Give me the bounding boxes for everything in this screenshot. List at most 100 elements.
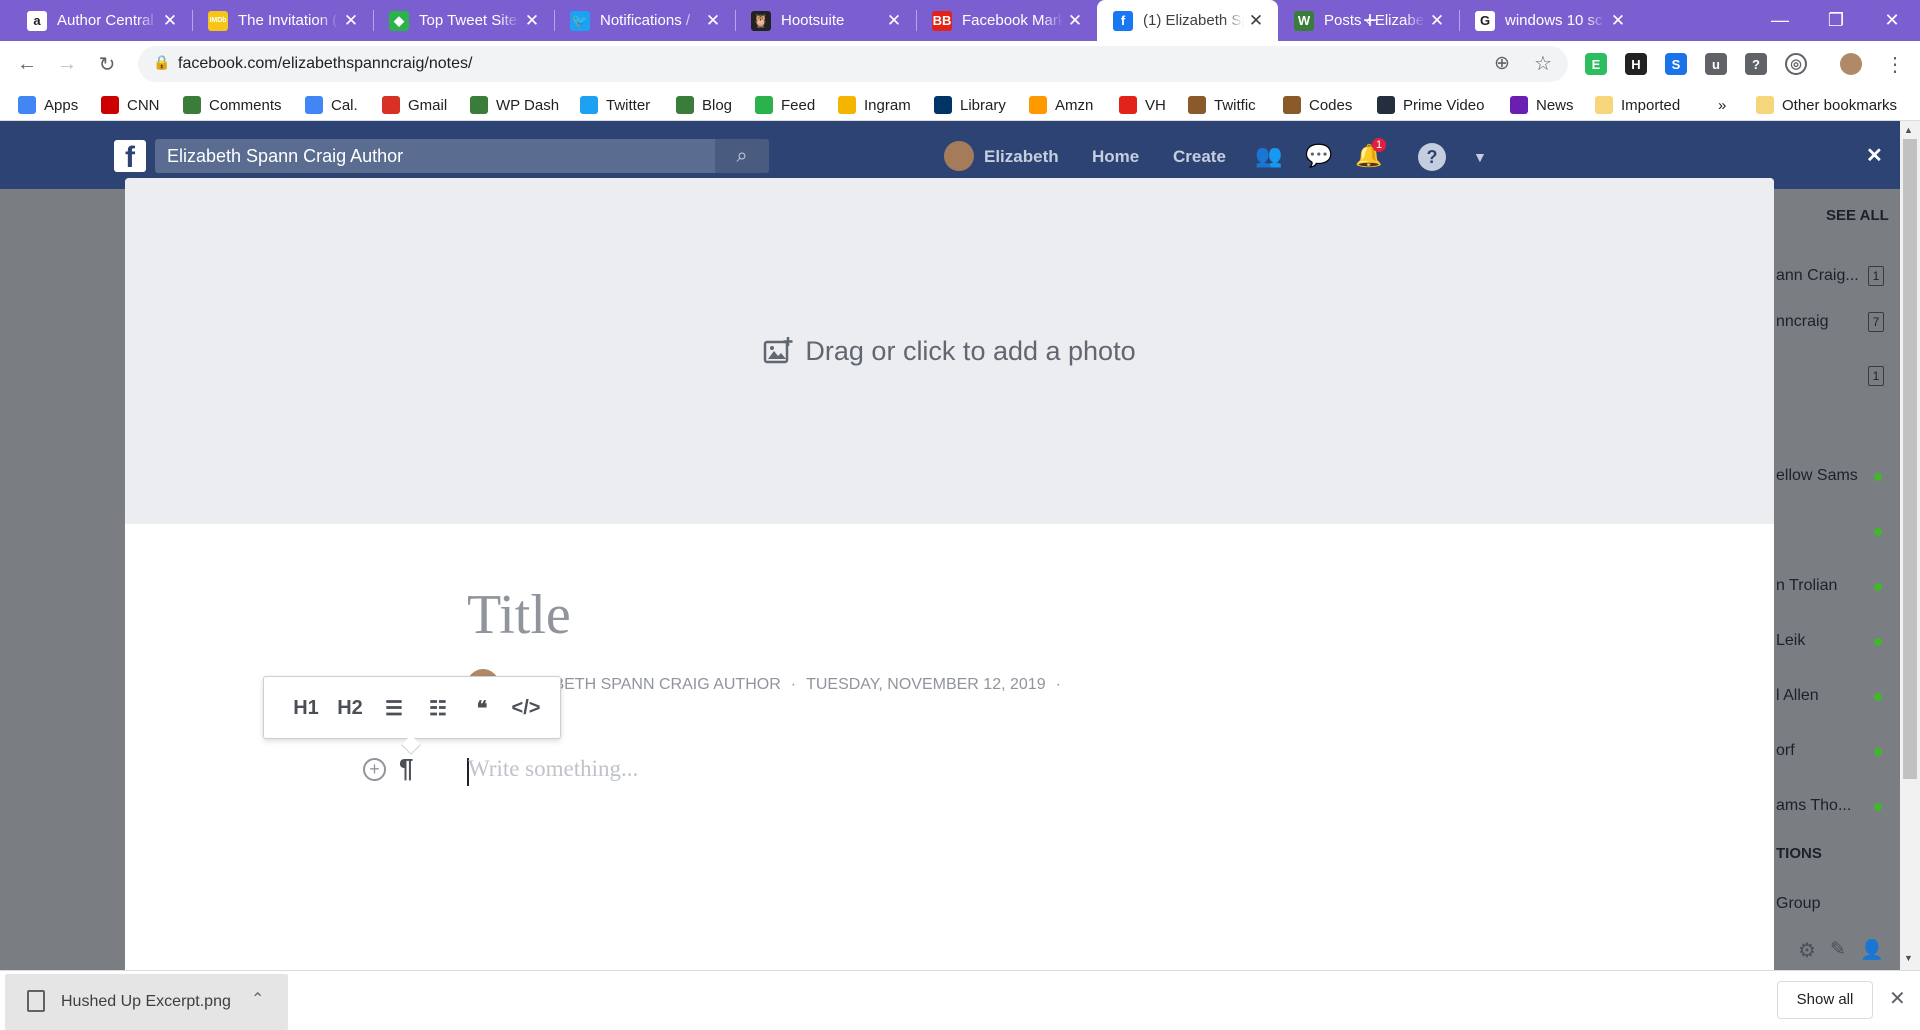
- bookmark-cnn[interactable]: CNN: [101, 94, 160, 116]
- tab-4[interactable]: 🐦 Notifications / ✕: [554, 0, 735, 41]
- minimize-button[interactable]: —: [1752, 0, 1808, 41]
- new-tab-button[interactable]: +: [1350, 4, 1390, 38]
- tab-6[interactable]: BB Facebook Mark ✕: [916, 0, 1097, 41]
- see-all-link[interactable]: SEE ALL: [1826, 207, 1889, 224]
- note-title-input[interactable]: Title: [467, 583, 571, 647]
- user-avatar[interactable]: [944, 141, 974, 171]
- compose-icon[interactable]: ✎: [1830, 938, 1846, 961]
- tab-close-icon[interactable]: ✕: [882, 11, 906, 31]
- forward-button[interactable]: →: [52, 49, 82, 79]
- bookmark-cal-[interactable]: Cal.: [305, 94, 358, 116]
- paragraph-style-icon[interactable]: ¶: [399, 753, 413, 784]
- bookmark-library[interactable]: Library: [934, 94, 1006, 116]
- numbered-list-button[interactable]: ☷: [418, 693, 458, 723]
- circle-extension-icon[interactable]: ◎: [1785, 53, 1807, 75]
- tab-close-icon[interactable]: ✕: [339, 11, 363, 31]
- contact-name[interactable]: n Trolian: [1776, 577, 1837, 595]
- contact-name[interactable]: ellow Sams: [1776, 467, 1858, 485]
- add-photo-dropzone[interactable]: Drag or click to add a photo: [125, 178, 1774, 524]
- bookmark-blog[interactable]: Blog: [676, 94, 732, 116]
- bookmark-feed[interactable]: Feed: [755, 94, 815, 116]
- help-extension-icon[interactable]: ?: [1745, 53, 1767, 75]
- bookmark-apps[interactable]: Apps: [18, 94, 78, 116]
- facebook-search-input[interactable]: Elizabeth Spann Craig Author ⌕: [155, 139, 769, 173]
- download-item[interactable]: Hushed Up Excerpt.png ⌃: [5, 974, 288, 1030]
- ublock-icon[interactable]: u: [1705, 53, 1727, 75]
- bookmark-star-icon[interactable]: ☆: [1534, 51, 1552, 76]
- tab-close-icon[interactable]: ✕: [520, 11, 544, 31]
- bookmark-twitter[interactable]: Twitter: [580, 94, 650, 116]
- add-contact-icon[interactable]: 👤: [1860, 938, 1884, 962]
- bookmark-codes[interactable]: Codes: [1283, 94, 1352, 116]
- facebook-logo-icon[interactable]: f: [114, 140, 146, 174]
- home-link[interactable]: Home: [1092, 147, 1139, 167]
- bookmark-ingram[interactable]: Ingram: [838, 94, 911, 116]
- scroll-down-arrow-icon[interactable]: ▼: [1904, 953, 1913, 963]
- bookmark-news[interactable]: News: [1510, 94, 1574, 116]
- bulleted-list-button[interactable]: ☰: [374, 693, 414, 723]
- tab-close-icon[interactable]: ✕: [701, 11, 725, 31]
- create-link[interactable]: Create: [1173, 147, 1226, 167]
- scroll-up-arrow-icon[interactable]: ▲: [1904, 125, 1913, 135]
- address-bar[interactable]: 🔒 facebook.com/elizabethspanncraig/notes…: [138, 46, 1568, 82]
- bookmarks-overflow-button[interactable]: »: [1718, 94, 1726, 116]
- maximize-button[interactable]: ❐: [1808, 0, 1864, 41]
- reload-button[interactable]: ↻: [92, 49, 122, 79]
- bookmark-wp-dash[interactable]: WP Dash: [470, 94, 559, 116]
- contact-name[interactable]: l Allen: [1776, 687, 1819, 705]
- search-icon[interactable]: ⌕: [715, 139, 769, 173]
- bookmark-comments[interactable]: Comments: [183, 94, 282, 116]
- tab-2[interactable]: IMDb The Invitation (✕: [192, 0, 373, 41]
- profile-avatar[interactable]: [1840, 53, 1862, 75]
- bookmark-prime-video[interactable]: Prime Video: [1377, 94, 1484, 116]
- tab-9[interactable]: Gwindows 10 sc ✕: [1459, 0, 1640, 41]
- s-extension-icon[interactable]: S: [1665, 53, 1687, 75]
- back-button[interactable]: ←: [12, 49, 42, 79]
- messenger-icon[interactable]: 💬: [1305, 143, 1332, 169]
- evernote-icon[interactable]: E: [1585, 53, 1607, 75]
- bookmark-amzn[interactable]: Amzn: [1029, 94, 1093, 116]
- bookmark-imported[interactable]: Imported: [1595, 94, 1680, 116]
- tab-close-icon[interactable]: ✕: [1606, 11, 1630, 31]
- chrome-menu-icon[interactable]: ⋮: [1880, 49, 1910, 79]
- contact-name[interactable]: ams Tho...: [1776, 797, 1851, 815]
- zoom-icon[interactable]: ⊕: [1494, 52, 1510, 75]
- chevron-up-icon[interactable]: ⌃: [251, 989, 264, 1009]
- settings-gear-icon[interactable]: ⚙: [1798, 938, 1816, 963]
- hootsuite-extension-icon[interactable]: H: [1625, 53, 1647, 75]
- tab-3[interactable]: ◆ Top Tweet Sites ✕: [373, 0, 554, 41]
- bookmark-gmail[interactable]: Gmail: [382, 94, 447, 116]
- blockquote-button[interactable]: ❝: [462, 693, 502, 723]
- note-body-input[interactable]: Write something...: [468, 756, 638, 782]
- heading2-button[interactable]: H2: [330, 693, 370, 723]
- heading1-button[interactable]: H1: [286, 693, 326, 723]
- account-dropdown-icon[interactable]: ▼: [1473, 149, 1487, 165]
- friend-requests-icon[interactable]: 👥: [1255, 143, 1282, 169]
- page-scrollbar[interactable]: ▲ ▼: [1900, 121, 1920, 970]
- bookmark-twitfic[interactable]: Twitfic: [1188, 94, 1256, 116]
- window-close-button[interactable]: ✕: [1864, 0, 1920, 41]
- help-icon[interactable]: ?: [1418, 143, 1446, 171]
- other-bookmarks-folder[interactable]: Other bookmarks: [1756, 94, 1897, 116]
- tab-close-icon[interactable]: ✕: [1063, 11, 1087, 31]
- contact-name[interactable]: Leik: [1776, 632, 1805, 650]
- sidebar-item-label[interactable]: ann Craig...: [1776, 267, 1859, 285]
- scroll-thumb[interactable]: [1903, 139, 1917, 779]
- tab-5[interactable]: 🦉 Hootsuite ✕: [735, 0, 916, 41]
- code-button[interactable]: </>: [506, 693, 546, 723]
- tab-7[interactable]: f (1) Elizabeth Sp ✕: [1097, 0, 1278, 41]
- close-editor-button[interactable]: ✕: [1866, 143, 1883, 168]
- tab-close-icon[interactable]: ✕: [1244, 11, 1268, 31]
- user-name-link[interactable]: Elizabeth: [984, 147, 1059, 167]
- sidebar-group-link[interactable]: Group: [1776, 895, 1820, 913]
- sidebar-item-label[interactable]: nncraig: [1776, 313, 1828, 331]
- tab-close-icon[interactable]: ✕: [1425, 11, 1449, 31]
- close-download-shelf-icon[interactable]: ✕: [1889, 986, 1906, 1011]
- show-all-downloads-button[interactable]: Show all: [1777, 981, 1873, 1019]
- bookmark-vh[interactable]: VH: [1119, 94, 1166, 116]
- tab-close-icon[interactable]: ✕: [158, 11, 182, 31]
- tab-1[interactable]: a Author Central ✕: [11, 0, 192, 41]
- insert-block-icon[interactable]: +: [363, 758, 386, 781]
- contact-name[interactable]: orf: [1776, 742, 1795, 760]
- sidebar-item-count: 1: [1868, 366, 1884, 386]
